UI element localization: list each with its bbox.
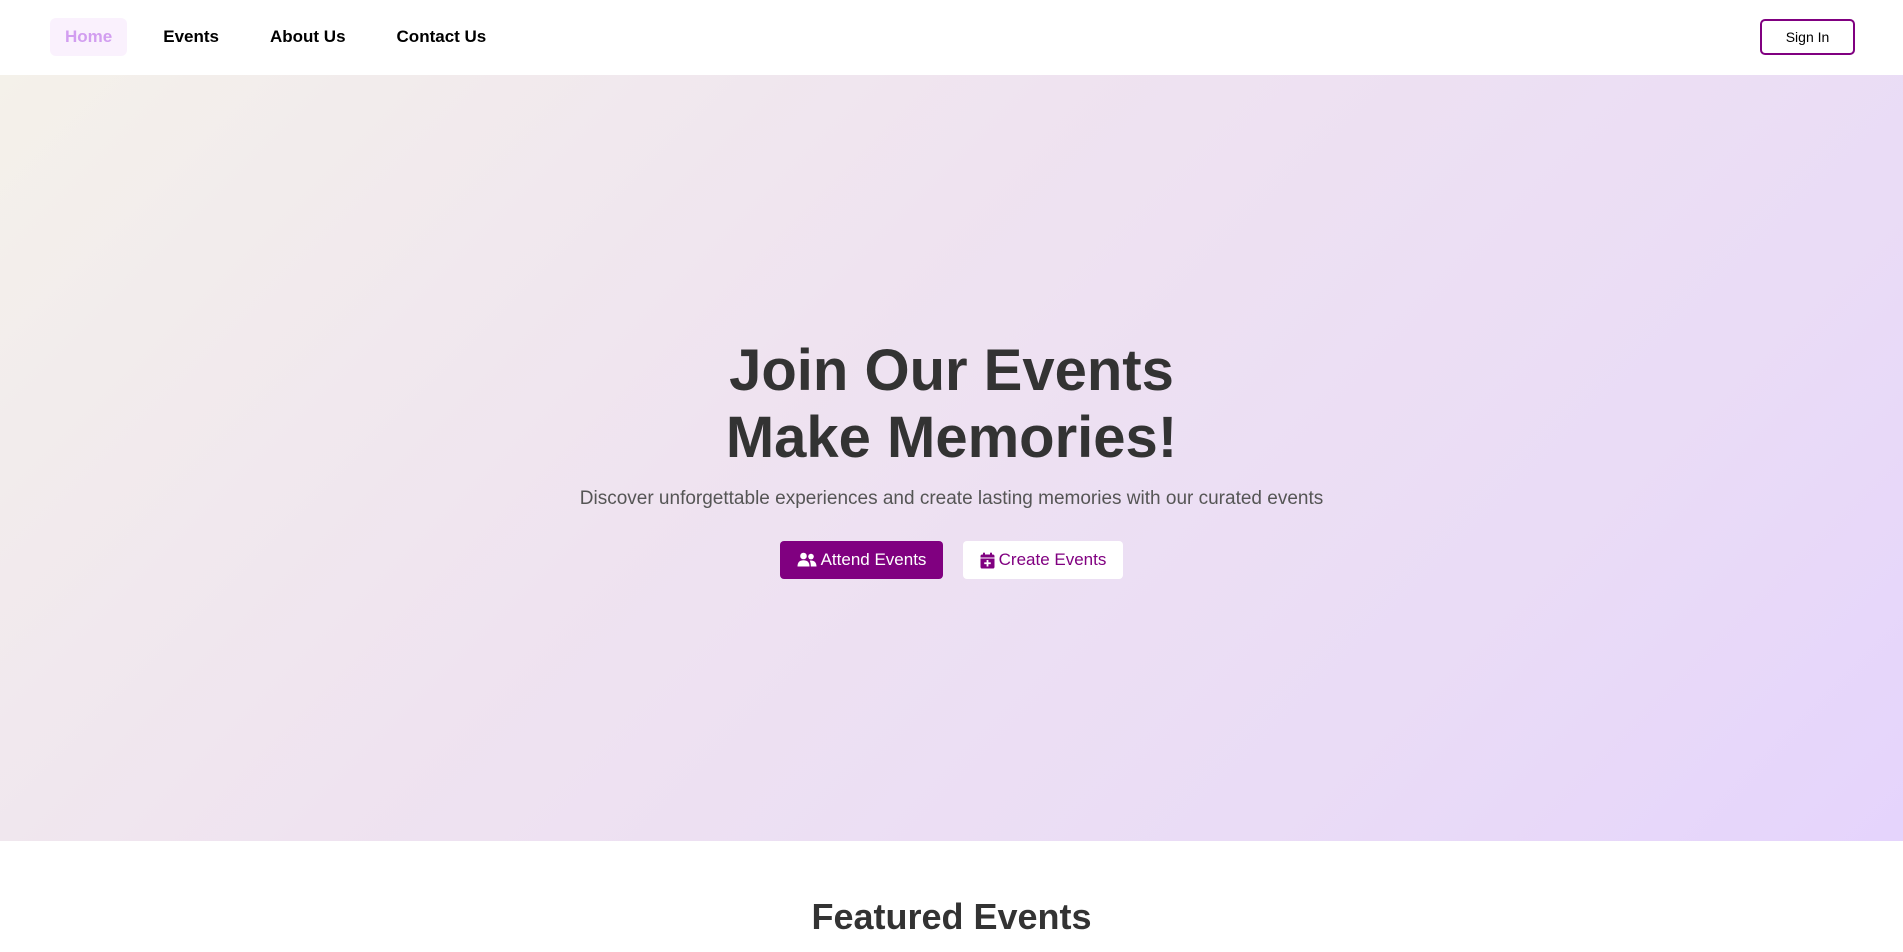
calendar-plus-icon [980,552,995,569]
featured-events-section: Featured Events [0,841,1903,952]
create-events-label: Create Events [998,550,1107,569]
users-icon [797,552,817,568]
nav-links: Home Events About Us Contact Us [50,18,522,56]
hero-title-line-2: Make Memories! [725,405,1178,470]
nav-link-contact-us[interactable]: Contact Us [382,18,502,56]
hero-buttons: Attend Events Create Events [0,541,1903,579]
nav-link-events[interactable]: Events [148,18,234,56]
sign-in-button[interactable]: Sign In [1760,19,1855,55]
nav-link-about-us[interactable]: About Us [255,18,361,56]
attend-events-button[interactable]: Attend Events [780,541,943,579]
nav-link-home[interactable]: Home [50,18,128,56]
top-navbar: Home Events About Us Contact Us Sign In [0,0,1903,75]
hero-subtitle: Discover unforgettable experiences and c… [579,488,1324,509]
hero-title-line-1: Join Our Events [729,338,1174,403]
hero-title: Join Our Events Make Memories! [0,337,1903,471]
attend-events-label: Attend Events [820,550,927,569]
create-events-button[interactable]: Create Events [963,541,1123,579]
featured-events-title: Featured Events [811,896,1092,937]
hero-section: Join Our Events Make Memories! Discover … [0,75,1903,841]
